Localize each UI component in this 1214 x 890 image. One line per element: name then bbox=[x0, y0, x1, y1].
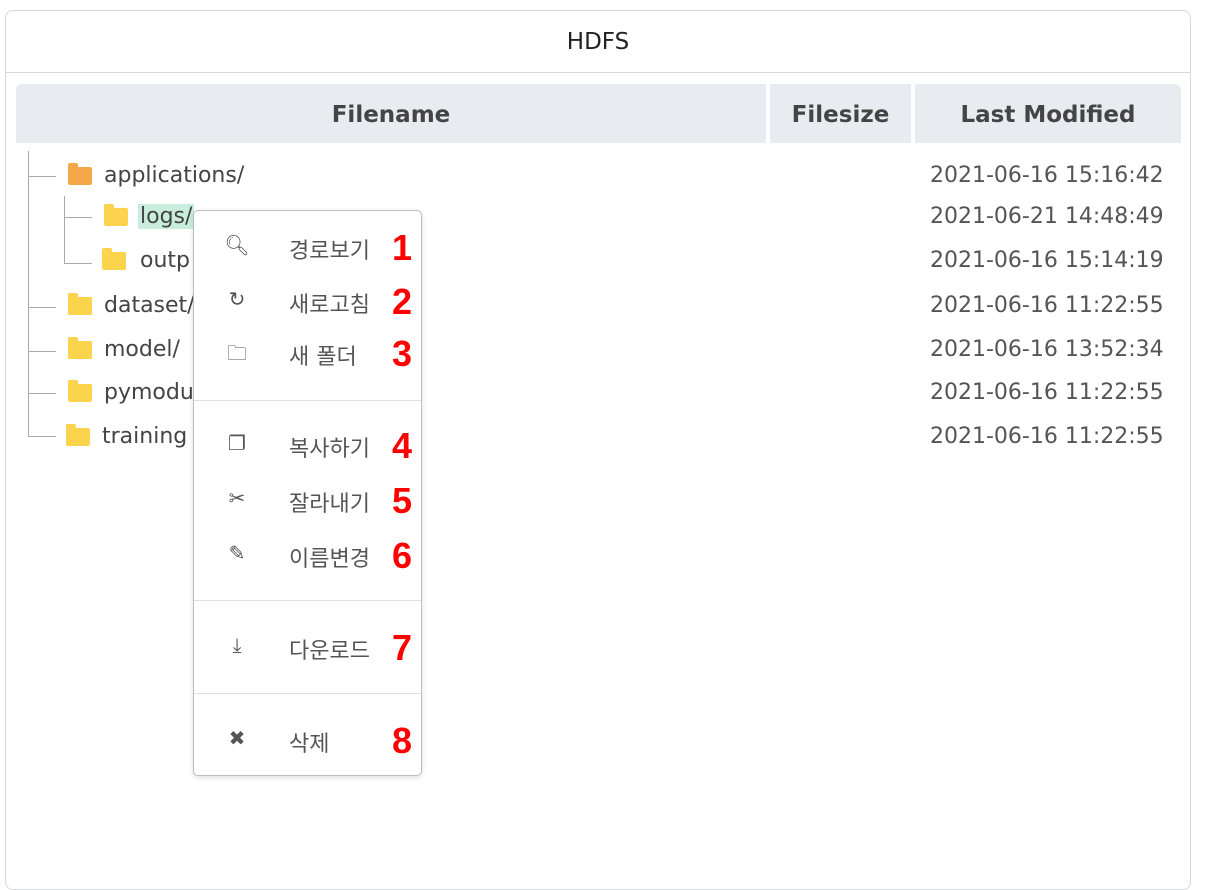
tree-row[interactable]: outp 2021-06-16 15:14:19 bbox=[6, 244, 1192, 280]
row-modified: 2021-06-16 11:22:55 bbox=[930, 293, 1164, 318]
folder-icon bbox=[66, 424, 90, 446]
row-modified: 2021-06-21 14:48:49 bbox=[930, 204, 1164, 229]
refresh-icon: ↻ bbox=[228, 287, 246, 311]
annotation-number: 1 bbox=[392, 227, 413, 268]
annotation-number: 7 bbox=[392, 627, 413, 668]
download-icon: ⤓ bbox=[232, 633, 242, 657]
column-filesize[interactable]: Filesize bbox=[770, 84, 911, 143]
menu-item-rename[interactable]: ✎ 이름변경 6 bbox=[194, 533, 421, 577]
row-name[interactable]: dataset/ bbox=[104, 293, 195, 318]
menu-item-copy[interactable]: ❐ 복사하기 4 bbox=[194, 423, 421, 467]
menu-item-refresh[interactable]: ↻ 새로고침 2 bbox=[194, 279, 421, 323]
row-modified: 2021-06-16 15:16:42 bbox=[930, 163, 1164, 188]
edit-icon: ✎ bbox=[228, 541, 246, 565]
row-modified: 2021-06-16 15:14:19 bbox=[930, 248, 1164, 273]
tree-row[interactable]: pymodu 2021-06-16 11:22:55 bbox=[6, 376, 1192, 412]
annotation-number: 8 bbox=[392, 720, 413, 761]
menu-label: 새로고침 bbox=[289, 293, 370, 318]
annotation-number: 6 bbox=[392, 535, 413, 576]
tree-row[interactable]: model/ 2021-06-16 13:52:34 bbox=[6, 333, 1192, 369]
folder-outline-icon: 🗀︎ bbox=[227, 341, 247, 365]
menu-label: 경로보기 bbox=[289, 239, 370, 264]
folder-icon bbox=[68, 380, 92, 402]
search-icon: 🔍︎ bbox=[224, 233, 250, 257]
scissors-icon: ✂ bbox=[228, 486, 246, 510]
context-menu: 🔍︎ 경로보기 1 ↻ 새로고침 2 🗀︎ 새 폴더 3 ❐ 복사하기 4 ✂ … bbox=[193, 210, 422, 776]
row-name[interactable]: applications/ bbox=[104, 163, 244, 188]
panel-title: HDFS bbox=[6, 11, 1190, 73]
row-modified: 2021-06-16 13:52:34 bbox=[930, 337, 1164, 362]
folder-icon bbox=[102, 248, 126, 270]
menu-divider bbox=[194, 600, 421, 601]
folder-icon bbox=[68, 337, 92, 359]
menu-item-delete[interactable]: ✖ 삭제 8 bbox=[194, 718, 421, 762]
annotation-number: 4 bbox=[392, 425, 413, 466]
row-modified: 2021-06-16 11:22:55 bbox=[930, 424, 1164, 449]
annotation-number: 3 bbox=[392, 333, 413, 374]
menu-label: 이름변경 bbox=[289, 547, 370, 572]
menu-label: 잘라내기 bbox=[289, 492, 370, 517]
folder-icon bbox=[68, 293, 92, 315]
menu-item-view-path[interactable]: 🔍︎ 경로보기 1 bbox=[194, 225, 421, 269]
menu-label: 다운로드 bbox=[289, 639, 370, 664]
column-last-modified[interactable]: Last Modified bbox=[915, 84, 1181, 143]
tree-row[interactable]: dataset/ 2021-06-16 11:22:55 bbox=[6, 289, 1192, 325]
hdfs-panel: HDFS Filename Filesize Last Modified app… bbox=[5, 10, 1191, 890]
menu-label: 복사하기 bbox=[289, 437, 370, 462]
menu-label: 새 폴더 bbox=[289, 345, 357, 370]
tree-row[interactable]: training 2021-06-16 11:22:55 bbox=[6, 420, 1192, 456]
row-modified: 2021-06-16 11:22:55 bbox=[930, 380, 1164, 405]
table-header: Filename Filesize Last Modified bbox=[16, 84, 1181, 143]
row-name[interactable]: training bbox=[102, 424, 187, 449]
row-name[interactable]: model/ bbox=[104, 337, 180, 362]
menu-divider bbox=[194, 400, 421, 401]
row-name[interactable]: pymodu bbox=[104, 380, 194, 405]
copy-icon: ❐ bbox=[228, 431, 246, 455]
menu-item-download[interactable]: ⤓ 다운로드 7 bbox=[194, 625, 421, 669]
tree-row[interactable]: applications/ 2021-06-16 15:16:42 bbox=[6, 159, 1192, 195]
row-name[interactable]: logs/ bbox=[138, 204, 195, 229]
annotation-number: 5 bbox=[392, 480, 413, 521]
annotation-number: 2 bbox=[392, 281, 413, 322]
menu-item-new-folder[interactable]: 🗀︎ 새 폴더 3 bbox=[194, 331, 421, 375]
folder-icon bbox=[104, 204, 128, 226]
menu-item-cut[interactable]: ✂ 잘라내기 5 bbox=[194, 478, 421, 522]
folder-open-icon bbox=[68, 163, 92, 185]
row-name[interactable]: outp bbox=[140, 248, 190, 273]
column-filename[interactable]: Filename bbox=[16, 84, 766, 143]
menu-label: 삭제 bbox=[289, 732, 330, 757]
menu-divider bbox=[194, 693, 421, 694]
tree-row[interactable]: logs/ 2021-06-21 14:48:49 bbox=[6, 200, 1192, 236]
close-icon: ✖ bbox=[228, 726, 246, 750]
